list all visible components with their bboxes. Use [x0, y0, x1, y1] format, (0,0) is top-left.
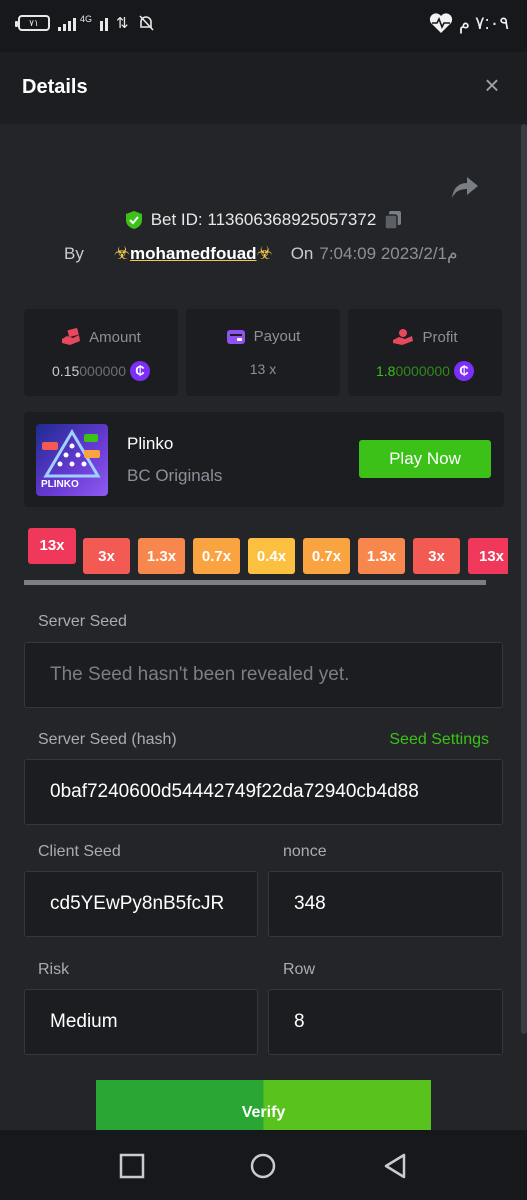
page-title: Details [22, 76, 88, 98]
bet-id: Bet ID: 113606368925057372 [150, 210, 377, 229]
bet-id-row: Bet ID: 113606368925057372 [0, 210, 527, 235]
multiplier-tile: 3x [83, 538, 130, 574]
verified-shield-icon [125, 211, 142, 229]
game-title: Plinko [127, 434, 174, 453]
system-nav-bar [0, 1130, 527, 1200]
biohazard-icon: ☣ [113, 243, 130, 263]
payout-value: 13 x [249, 361, 277, 377]
verify-button[interactable]: Verify [96, 1080, 431, 1132]
bcd-coin-icon-2: ₵ [453, 361, 474, 381]
close-icon[interactable]: × [481, 72, 503, 98]
nonce-label: nonce [283, 843, 327, 860]
network-type: 4G [80, 14, 93, 24]
payout-label: Payout [253, 328, 301, 345]
multiplier-tile: 1.3x [138, 538, 185, 574]
biohazard-icon-2: ☣ [256, 243, 273, 263]
signal-icon [58, 15, 76, 31]
thumbnail-game-name: PLINKO [41, 479, 79, 490]
signal-icon-2 [100, 15, 109, 31]
multiplier-tile: 1.3x [358, 538, 405, 574]
profit-hand-icon [393, 329, 414, 345]
home-icon[interactable] [249, 1152, 277, 1180]
row-label: Row [283, 961, 316, 978]
heart-rate-icon [429, 13, 452, 34]
amount-card: Amount 0.15000000 ₵ [24, 309, 178, 396]
multiplier-track [24, 580, 486, 585]
multiplier-tile: 13x [468, 538, 508, 574]
profit-value: 1.80000000 [376, 363, 450, 379]
client-seed-label: Client Seed [38, 843, 121, 860]
server-seed-label: Server Seed [38, 613, 127, 630]
plinko-thumbnail[interactable]: PLINKO [36, 424, 108, 496]
bcd-coin-icon: ₵ [129, 361, 150, 381]
risk-label: Risk [38, 961, 70, 978]
back-icon[interactable] [382, 1152, 410, 1180]
on-label: On [290, 243, 314, 263]
scrollbar[interactable] [521, 124, 527, 1034]
multiplier-tile: 0.7x [303, 538, 350, 574]
game-provider: BC Originals [127, 466, 223, 485]
money-hand-icon [62, 328, 81, 345]
copy-icon[interactable] [384, 210, 402, 230]
multiplier-tile: 0.7x [193, 538, 240, 574]
server-hash-field[interactable]: 0baf7240600d54442749f22da72940cb4d88 [24, 759, 503, 825]
details-header: Details × [0, 52, 527, 124]
server-seed-field[interactable]: The Seed hasn't been revealed yet. [24, 642, 503, 708]
payout-card: Payout 13 x [186, 309, 340, 396]
play-now-button[interactable]: Play Now [359, 440, 491, 478]
wallet-icon [226, 329, 245, 344]
status-bar: ٧١ 4G ⇅ ٧:٠٩ م [0, 0, 527, 52]
username-link[interactable]: mohamedfouad [130, 244, 257, 264]
profit-label: Profit [422, 328, 458, 346]
bet-author-row: By ☣ mohamedfouad ☣ On 7:04:09 2023/2/1م [64, 243, 458, 264]
server-hash-label: Server Seed (hash) [38, 731, 177, 748]
multiplier-tile: 3x [413, 538, 460, 574]
multiplier-tile: 0.4x [248, 538, 295, 574]
clock: ٧:٠٩ م [458, 12, 509, 33]
multiplier-tile-active: 13x [28, 528, 76, 564]
battery-icon: ٧١ [15, 15, 50, 31]
row-field[interactable]: 8 [268, 989, 503, 1055]
risk-field[interactable]: Medium [24, 989, 258, 1055]
profit-card: Profit 1.80000000 ₵ [348, 309, 502, 396]
nonce-field[interactable]: 348 [268, 871, 503, 937]
bet-date: 7:04:09 2023/2/1م [319, 243, 458, 263]
mute-bell-icon [139, 15, 154, 31]
amount-label: Amount [89, 328, 141, 346]
game-card: PLINKO Plinko BC Originals Play Now [24, 412, 504, 507]
amount-value: 0.15000000 [52, 363, 126, 379]
multiplier-row: 13x 3x 1.3x 0.7x 0.4x 0.7x 1.3x 3x 13x [28, 528, 508, 582]
recent-apps-icon[interactable] [118, 1152, 146, 1180]
by-label: By [64, 243, 84, 263]
seed-settings-link[interactable]: Seed Settings [389, 731, 489, 749]
data-transfer-icon: ⇅ [116, 15, 129, 32]
client-seed-field[interactable]: cd5YEwPy8nB5fcJR [24, 871, 258, 937]
share-icon[interactable] [450, 174, 480, 200]
